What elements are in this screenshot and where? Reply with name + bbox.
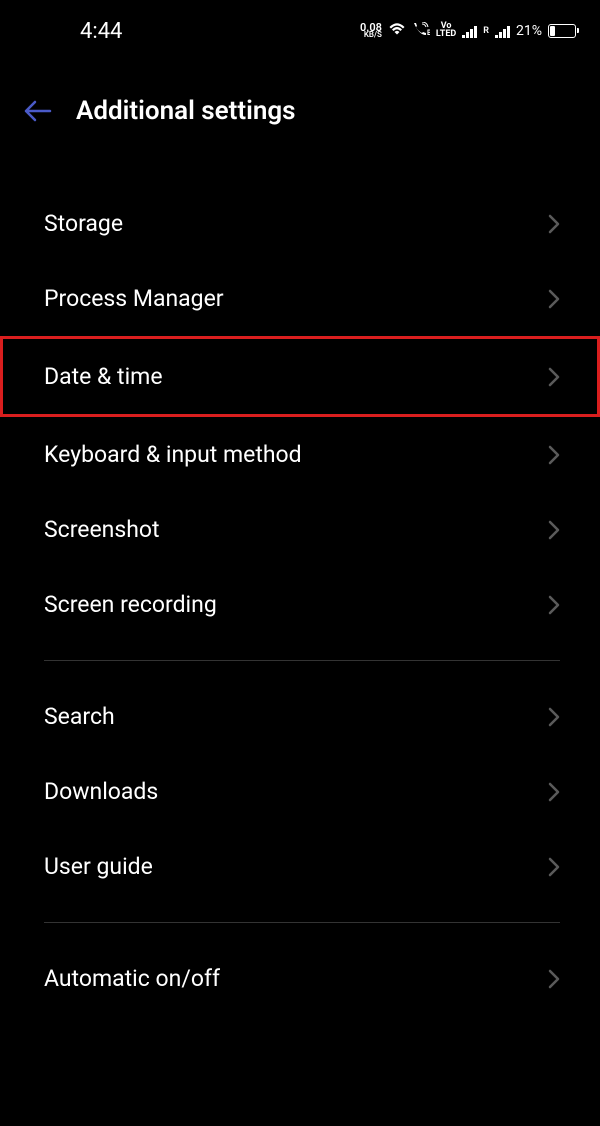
setting-item-downloads[interactable]: Downloads [0,754,600,829]
page-title: Additional settings [76,96,296,126]
wifi-icon [388,22,406,40]
setting-label: Process Manager [44,285,224,312]
status-time: 4:44 [24,19,122,44]
setting-item-date-time[interactable]: Date & time [0,336,600,417]
divider [44,660,560,661]
chevron-right-icon [548,969,560,989]
setting-item-screen-recording[interactable]: Screen recording [0,567,600,642]
header: Additional settings [0,58,600,146]
setting-item-search[interactable]: Search [0,679,600,754]
setting-label: Date & time [44,363,163,390]
setting-item-keyboard[interactable]: Keyboard & input method [0,417,600,492]
setting-label: Search [44,703,115,730]
chevron-right-icon [548,445,560,465]
battery-percentage: 21% [516,23,542,39]
chevron-right-icon [548,595,560,615]
setting-label: Downloads [44,778,158,805]
setting-label: User guide [44,853,153,880]
setting-item-process-manager[interactable]: Process Manager [0,261,600,336]
status-bar: 4:44 0.08 KB/S B Vo LTED R 21% [0,0,600,58]
setting-label: Automatic on/off [44,965,220,992]
setting-item-user-guide[interactable]: User guide [0,829,600,904]
chevron-right-icon [548,707,560,727]
setting-label: Screenshot [44,516,160,543]
volte-icon: Vo LTED [436,23,456,38]
svg-text:B: B [427,29,430,36]
setting-item-screenshot[interactable]: Screenshot [0,492,600,567]
settings-list: Storage Process Manager Date & time Keyb… [0,146,600,1016]
chevron-right-icon [548,289,560,309]
setting-item-storage[interactable]: Storage [0,186,600,261]
battery-icon [548,24,576,38]
wifi-calling-icon: B [412,22,430,40]
signal-bars-2 [495,24,510,38]
back-arrow-icon[interactable] [24,100,52,122]
signal-bars-1 [462,24,477,38]
setting-label: Screen recording [44,591,217,618]
setting-label: Keyboard & input method [44,441,302,468]
setting-label: Storage [44,210,123,237]
chevron-right-icon [548,367,560,387]
chevron-right-icon [548,857,560,877]
status-indicators: 0.08 KB/S B Vo LTED R 21% [360,22,576,40]
roaming-indicator: R [483,26,489,36]
divider [44,922,560,923]
data-speed-indicator: 0.08 KB/S [360,23,382,39]
chevron-right-icon [548,782,560,802]
chevron-right-icon [548,214,560,234]
setting-item-automatic-on-off[interactable]: Automatic on/off [0,941,600,1016]
chevron-right-icon [548,520,560,540]
